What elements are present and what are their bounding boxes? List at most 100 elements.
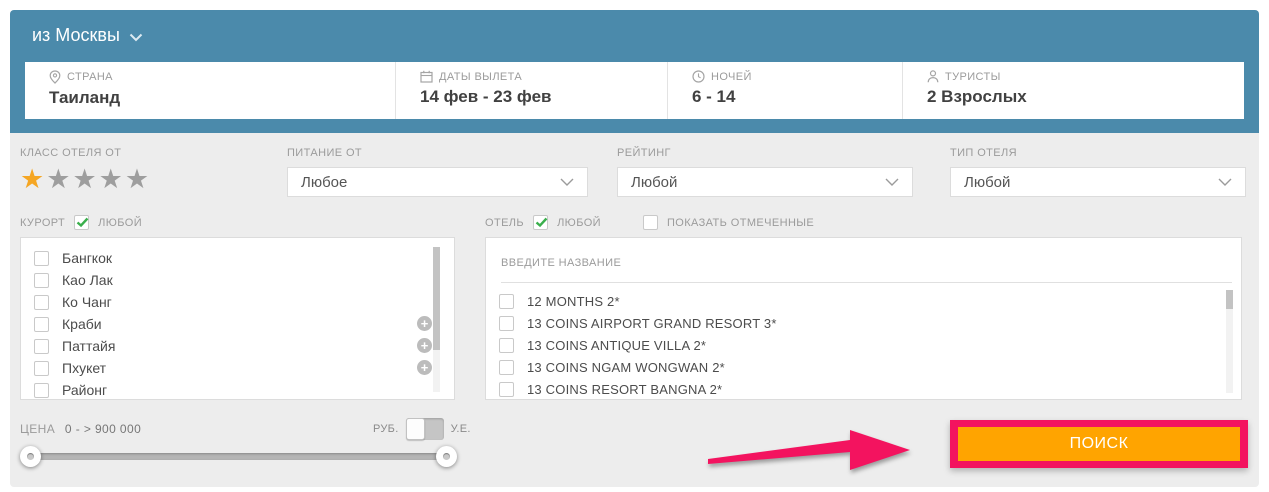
nights-value: 6 - 14 bbox=[692, 87, 902, 107]
add-plus-icon[interactable]: + bbox=[417, 316, 432, 331]
rating-filter: РЕЙТИНГ Любой bbox=[617, 147, 913, 197]
hotel-class-stars: ★★★★★ bbox=[20, 166, 151, 193]
rating-select[interactable]: Любой bbox=[617, 167, 913, 197]
resort-list-item[interactable]: Бангкок bbox=[21, 247, 424, 269]
hotel-list-item[interactable]: 12 MONTHS 2* bbox=[486, 290, 1211, 312]
price-filter-label: ЦЕНА 0 - > 900 000 bbox=[20, 422, 141, 436]
departure-city-dropdown[interactable]: из Москвы bbox=[32, 25, 143, 46]
hotel-list: 12 MONTHS 2* 13 COINS AIRPORT GRAND RESOR… bbox=[486, 290, 1211, 400]
price-slider-handle-min[interactable] bbox=[20, 446, 41, 467]
resort-listbox: БангкокКао ЛакКо ЧангКраби+Паттайя+Пхуке… bbox=[20, 237, 455, 400]
item-label: 13 COINS AIRPORT GRAND RESORT 3* bbox=[527, 316, 777, 331]
currency-toggle[interactable] bbox=[406, 418, 444, 440]
star-icon[interactable]: ★ bbox=[125, 164, 151, 194]
item-checkbox[interactable] bbox=[499, 360, 514, 375]
item-label: Бангкок bbox=[62, 250, 112, 266]
tourists-label: ТУРИСТЫ bbox=[945, 71, 1001, 83]
star-icon[interactable]: ★ bbox=[20, 164, 46, 194]
search-button[interactable]: ПОИСК bbox=[958, 427, 1240, 461]
item-checkbox[interactable] bbox=[499, 338, 514, 353]
country-field[interactable]: СТРАНА Таиланд bbox=[25, 62, 395, 119]
add-plus-icon[interactable]: + bbox=[417, 360, 432, 375]
item-checkbox[interactable] bbox=[34, 383, 49, 398]
star-icon[interactable]: ★ bbox=[72, 164, 98, 194]
item-checkbox[interactable] bbox=[499, 294, 514, 309]
resort-list-item[interactable]: Пхукет+ bbox=[21, 357, 424, 379]
country-value: Таиланд bbox=[49, 88, 395, 108]
add-plus-icon[interactable]: + bbox=[417, 338, 432, 353]
hotel-type-label: ТИП ОТЕЛЯ bbox=[950, 147, 1246, 159]
resort-any-label: ЛЮБОЙ bbox=[98, 217, 142, 229]
check-icon bbox=[535, 217, 548, 228]
dates-value: 14 фев - 23 фев bbox=[420, 87, 667, 107]
nights-field[interactable]: НОЧЕЙ 6 - 14 bbox=[667, 62, 902, 119]
rating-label: РЕЙТИНГ bbox=[617, 147, 913, 159]
item-label: Као Лак bbox=[62, 272, 113, 288]
chevron-down-icon bbox=[129, 33, 143, 42]
hotel-list-item[interactable]: 13 COINS ANTIQUE VILLA 2* bbox=[486, 334, 1211, 356]
item-label: Районг bbox=[62, 382, 107, 398]
clock-icon bbox=[692, 70, 705, 83]
item-label: 12 MONTHS 2* bbox=[527, 294, 620, 309]
item-checkbox[interactable] bbox=[499, 316, 514, 331]
country-label: СТРАНА bbox=[67, 71, 113, 83]
chevron-down-icon bbox=[1218, 178, 1232, 186]
hotel-panel-header: ОТЕЛЬ ЛЮБОЙ ПОКАЗАТЬ ОТМЕЧЕННЫЕ bbox=[485, 215, 814, 230]
price-range-slider[interactable] bbox=[30, 453, 447, 460]
show-marked-checkbox[interactable] bbox=[643, 215, 658, 230]
hotel-list-item[interactable]: 13 COINS RESORT BANGNA 2* bbox=[486, 378, 1211, 400]
dates-field[interactable]: ДАТЫ ВЫЛЕТА 14 фев - 23 фев bbox=[395, 62, 667, 119]
hotel-listbox: 12 MONTHS 2* 13 COINS AIRPORT GRAND RESOR… bbox=[485, 237, 1242, 400]
meal-select[interactable]: Любое bbox=[287, 167, 588, 197]
item-checkbox[interactable] bbox=[34, 251, 49, 266]
currency-toggle-knob[interactable] bbox=[406, 418, 425, 440]
price-slider-handle-max[interactable] bbox=[436, 446, 457, 467]
resort-scrollbar-thumb[interactable] bbox=[433, 247, 440, 350]
hotel-class-label: КЛАСС ОТЕЛЯ ОТ bbox=[20, 147, 151, 159]
hotel-label: ОТЕЛЬ bbox=[485, 217, 524, 229]
resort-list-item[interactable]: Паттайя+ bbox=[21, 335, 424, 357]
dates-label: ДАТЫ ВЫЛЕТА bbox=[439, 71, 522, 83]
star-icon[interactable]: ★ bbox=[46, 164, 72, 194]
hotel-list-item[interactable]: 13 COINS NGAM WONGWAN 2* bbox=[486, 356, 1211, 378]
item-label: 13 COINS NGAM WONGWAN 2* bbox=[527, 360, 725, 375]
item-checkbox[interactable] bbox=[34, 295, 49, 310]
chevron-down-icon bbox=[885, 178, 899, 186]
currency-switch-group: РУБ. У.Е. bbox=[373, 418, 471, 440]
resort-any-checkbox[interactable] bbox=[74, 215, 89, 230]
item-checkbox[interactable] bbox=[34, 317, 49, 332]
resort-scrollbar[interactable] bbox=[433, 247, 440, 392]
resort-list-item[interactable]: Краби+ bbox=[21, 313, 424, 335]
item-checkbox[interactable] bbox=[499, 382, 514, 397]
meal-label: ПИТАНИЕ ОТ bbox=[287, 147, 588, 159]
hotel-name-input[interactable] bbox=[501, 248, 1211, 278]
hotel-scrollbar[interactable] bbox=[1226, 290, 1233, 393]
location-pin-icon bbox=[49, 70, 61, 84]
hotel-list-item[interactable]: 13 COINS AIRPORT GRAND RESORT 3* bbox=[486, 312, 1211, 334]
resort-label: КУРОРТ bbox=[20, 217, 65, 229]
resort-list-item[interactable]: Као Лак bbox=[21, 269, 424, 291]
show-marked-label: ПОКАЗАТЬ ОТМЕЧЕННЫЕ bbox=[667, 217, 814, 229]
item-label: Пхукет bbox=[62, 360, 106, 376]
rating-select-value: Любой bbox=[631, 174, 677, 191]
item-checkbox[interactable] bbox=[34, 361, 49, 376]
hotel-any-checkbox[interactable] bbox=[533, 215, 548, 230]
chevron-down-icon bbox=[560, 178, 574, 186]
currency-ue-label: У.Е. bbox=[451, 423, 471, 435]
header-bar: из Москвы СТРАНА Таиланд ДАТЫ ВЫЛЕТА 14 … bbox=[10, 10, 1259, 133]
resort-list-item[interactable]: Ко Чанг bbox=[21, 291, 424, 313]
item-label: Ко Чанг bbox=[62, 294, 112, 310]
tourists-field[interactable]: ТУРИСТЫ 2 Взрослых bbox=[902, 62, 1244, 119]
hotel-scrollbar-thumb[interactable] bbox=[1226, 290, 1233, 309]
departure-city-label: из Москвы bbox=[32, 25, 120, 46]
hotel-type-select[interactable]: Любой bbox=[950, 167, 1246, 197]
item-label: Краби bbox=[62, 316, 102, 332]
item-checkbox[interactable] bbox=[34, 339, 49, 354]
meal-filter: ПИТАНИЕ ОТ Любое bbox=[287, 147, 588, 197]
check-icon bbox=[76, 217, 89, 228]
resort-list-item[interactable]: Районг bbox=[21, 379, 424, 401]
star-icon[interactable]: ★ bbox=[99, 164, 125, 194]
item-checkbox[interactable] bbox=[34, 273, 49, 288]
tourists-value: 2 Взрослых bbox=[927, 87, 1244, 107]
price-label: ЦЕНА bbox=[20, 422, 55, 436]
